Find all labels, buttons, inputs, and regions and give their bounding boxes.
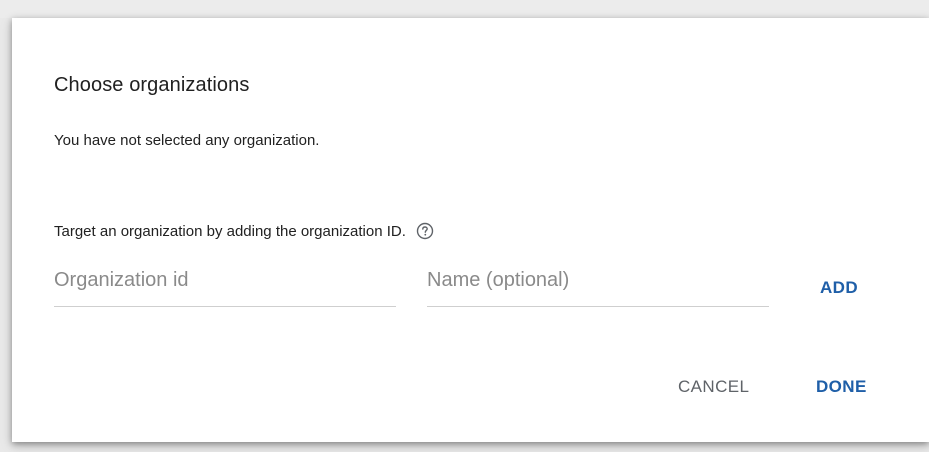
- choose-organizations-dialog: Choose organizations You have not select…: [12, 18, 929, 442]
- add-button[interactable]: ADD: [810, 270, 868, 306]
- organization-id-input[interactable]: [54, 258, 396, 302]
- target-organization-row: Target an organization by adding the org…: [54, 222, 434, 240]
- organization-name-input[interactable]: [427, 258, 769, 302]
- background-strip: [0, 0, 929, 18]
- help-circle-icon[interactable]: [416, 222, 434, 240]
- cancel-button[interactable]: CANCEL: [668, 369, 759, 405]
- dialog-title: Choose organizations: [54, 74, 250, 96]
- done-button[interactable]: DONE: [806, 369, 877, 405]
- organization-name-field: [427, 258, 769, 307]
- selection-status-text: You have not selected any organization.: [54, 132, 320, 149]
- target-prompt-label: Target an organization by adding the org…: [54, 222, 406, 240]
- organization-id-field: [54, 258, 396, 307]
